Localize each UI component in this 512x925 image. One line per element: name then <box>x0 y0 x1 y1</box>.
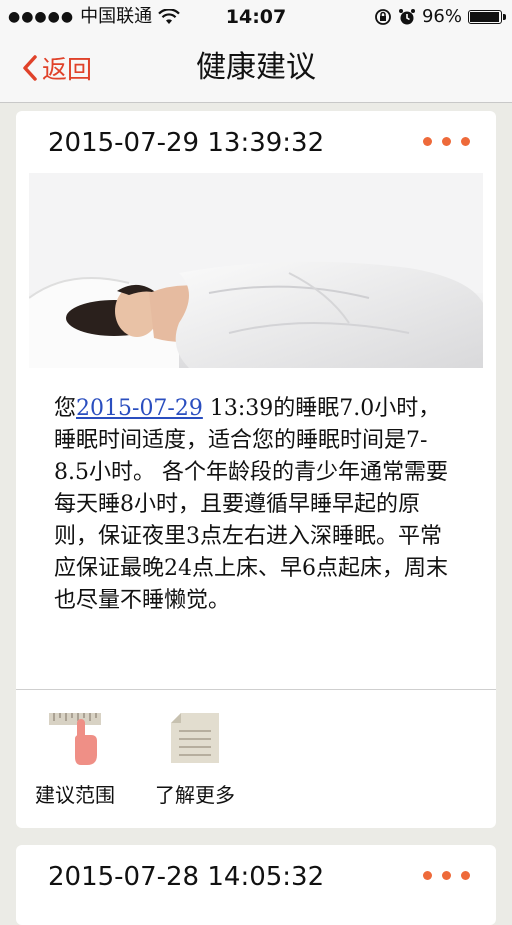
advice-body: 13:39的睡眠7.0小时，睡眠时间适度，适合您的睡眠时间是7-8.5小时。 各… <box>54 396 448 613</box>
dot-icon <box>442 137 451 146</box>
alarm-icon <box>398 9 415 25</box>
learn-more-label: 了解更多 <box>155 783 235 807</box>
dot-icon <box>423 137 432 146</box>
dot-icon <box>461 137 470 146</box>
ruler-hand-icon <box>49 713 101 765</box>
dot-icon <box>461 871 470 880</box>
divider <box>16 689 496 690</box>
status-right: 96% <box>374 0 506 34</box>
orientation-lock-icon <box>375 9 391 25</box>
dot-icon <box>442 871 451 880</box>
advice-text: 您2015-07-29 13:39的睡眠7.0小时，睡眠时间适度，适合您的睡眠时… <box>54 393 459 617</box>
sleeping-woman-image <box>29 173 483 368</box>
card-timestamp: 2015-07-28 14:05:32 <box>48 862 325 892</box>
document-icon <box>171 713 219 763</box>
page-title: 健康建议 <box>196 50 316 85</box>
navigation-bar: 返回 健康建议 <box>0 34 512 103</box>
more-options-button[interactable] <box>423 137 470 146</box>
advice-card: 2015-07-29 13:39:32 您2015-07-29 13:39的睡眠… <box>16 111 496 828</box>
battery-icon <box>468 10 506 24</box>
card-timestamp: 2015-07-29 13:39:32 <box>48 128 325 158</box>
status-bar: ●●●●● 中国联通 14:07 96% <box>0 0 512 34</box>
more-options-button[interactable] <box>423 871 470 880</box>
advice-range-label: 建议范围 <box>35 783 115 807</box>
date-link[interactable]: 2015-07-29 <box>76 396 203 421</box>
dot-icon <box>423 871 432 880</box>
battery-percent: 96% <box>421 6 462 27</box>
advice-range-button[interactable]: 建议范围 <box>30 709 120 808</box>
advice-card: 2015-07-28 14:05:32 <box>16 845 496 925</box>
advice-prefix: 您 <box>54 396 77 421</box>
learn-more-button[interactable]: 了解更多 <box>150 709 240 808</box>
